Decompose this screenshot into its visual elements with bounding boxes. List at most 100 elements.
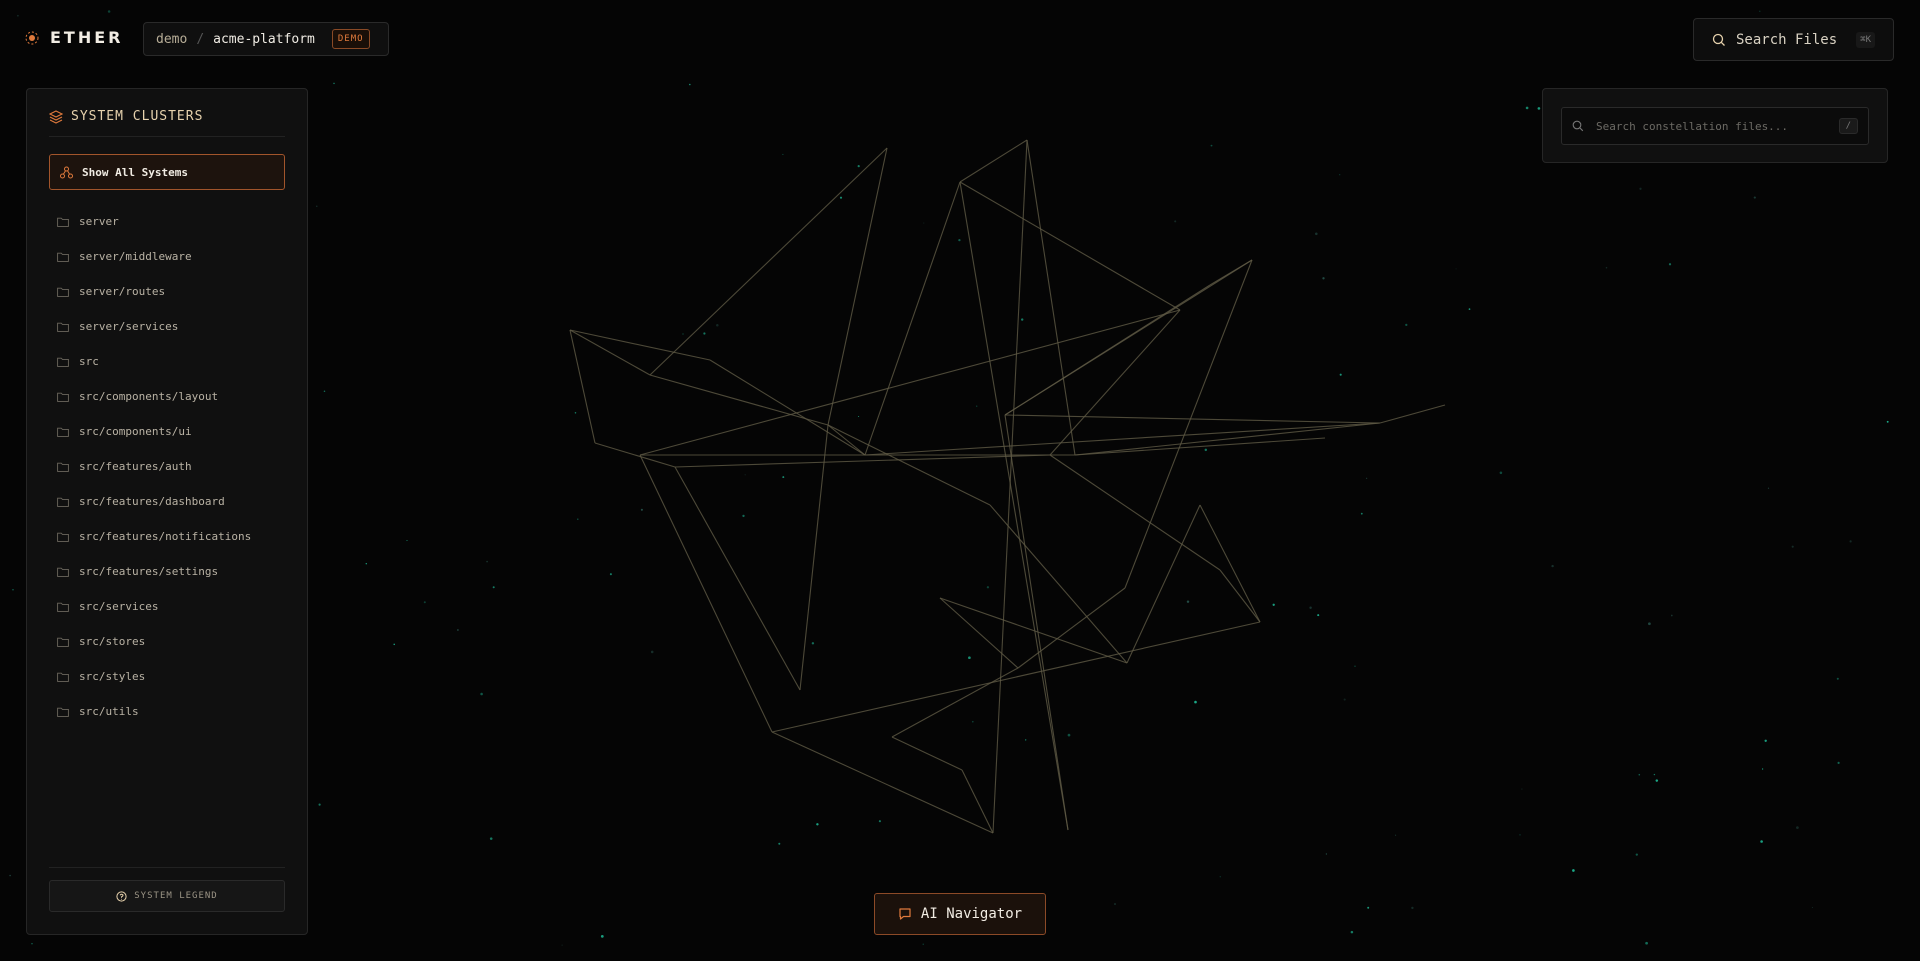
breadcrumb-owner[interactable]: demo <box>156 32 187 47</box>
demo-badge: DEMO <box>331 29 370 49</box>
brand[interactable]: ETHER <box>24 28 123 47</box>
folder-icon <box>57 427 69 437</box>
graph-edge <box>891 736 963 771</box>
graph-edge <box>569 329 711 361</box>
graph-edge <box>1004 414 1069 831</box>
graph-edge <box>1074 437 1326 456</box>
folder-icon <box>57 672 69 682</box>
folder-icon <box>57 532 69 542</box>
cluster-item[interactable]: server/middleware <box>49 239 285 274</box>
cluster-item[interactable]: server/routes <box>49 274 285 309</box>
graph-edge <box>939 597 1019 669</box>
graph-edge <box>864 181 961 456</box>
graph-edge <box>639 454 773 733</box>
system-legend-label: SYSTEM LEGEND <box>134 891 218 901</box>
graph-edge <box>1049 454 1221 571</box>
ai-navigator-button[interactable]: AI Navigator <box>874 893 1046 935</box>
cluster-item[interactable]: src/features/dashboard <box>49 484 285 519</box>
cluster-item[interactable]: src/services <box>49 589 285 624</box>
folder-icon <box>57 287 69 297</box>
folder-icon <box>57 497 69 507</box>
show-all-systems-button[interactable]: Show All Systems <box>49 154 285 190</box>
graph-edge <box>827 424 991 506</box>
graph-edge <box>639 309 1181 456</box>
cluster-item-label: src/stores <box>79 635 146 648</box>
graph-edge <box>649 374 829 426</box>
cluster-item[interactable]: src/utils <box>49 694 285 729</box>
cluster-item[interactable]: src <box>49 344 285 379</box>
graph-edge <box>1049 309 1181 456</box>
constellation-search-shortcut: / <box>1838 118 1858 134</box>
search-files-button[interactable]: Search Files ⌘K <box>1693 18 1894 61</box>
chat-icon <box>899 908 911 920</box>
cluster-item-label: src/services <box>79 600 159 613</box>
constellation-search-input[interactable] <box>1594 118 1829 134</box>
breadcrumb: demo / acme-platform DEMO <box>143 22 389 56</box>
graph-edge <box>1126 504 1201 664</box>
brand-name: ETHER <box>50 28 124 47</box>
graph-edge <box>1004 284 1211 416</box>
cluster-item-label: src/styles <box>79 670 146 683</box>
graph-edge <box>674 454 1051 468</box>
cluster-item-label: src/components/layout <box>79 390 219 403</box>
sidebar: SYSTEM CLUSTERS Show All Systems server s… <box>26 88 308 935</box>
graph-edge <box>959 181 1069 831</box>
cluster-item-label: src <box>79 355 99 368</box>
breadcrumb-separator: / <box>196 31 205 47</box>
folder-icon <box>57 322 69 332</box>
cluster-item-label: src/features/settings <box>79 565 219 578</box>
help-circle-icon <box>116 890 127 902</box>
network-icon <box>60 166 73 178</box>
graph-edge <box>1124 259 1253 589</box>
folder-icon <box>57 252 69 262</box>
cluster-item-label: server/routes <box>79 285 166 298</box>
graph-edge <box>649 147 888 376</box>
show-all-label: Show All Systems <box>82 165 188 179</box>
search-shortcut: ⌘K <box>1856 31 1875 48</box>
graph-edge <box>1004 414 1381 424</box>
cluster-item[interactable]: src/features/notifications <box>49 519 285 554</box>
cluster-item[interactable]: server <box>49 204 285 239</box>
folder-icon <box>57 637 69 647</box>
cluster-item[interactable]: src/features/settings <box>49 554 285 589</box>
search-files-label: Search Files <box>1736 31 1838 48</box>
cluster-item-label: server <box>79 215 119 228</box>
constellation-search-panel: / <box>1542 88 1888 163</box>
sidebar-title-text: SYSTEM CLUSTERS <box>71 109 204 124</box>
cluster-item[interactable]: src/components/ui <box>49 414 285 449</box>
constellation-search-box[interactable]: / <box>1561 107 1869 145</box>
graph-edge <box>961 769 994 834</box>
cluster-item-label: src/features/dashboard <box>79 495 225 508</box>
folder-icon <box>57 602 69 612</box>
search-icon <box>1712 33 1725 46</box>
graph-edge <box>569 329 651 376</box>
sidebar-title: SYSTEM CLUSTERS <box>49 109 285 137</box>
folder-icon <box>57 357 69 367</box>
graph-edge <box>1219 569 1261 623</box>
ai-navigator-label: AI Navigator <box>920 906 1023 922</box>
cluster-item[interactable]: src/components/layout <box>49 379 285 414</box>
graph-edge <box>799 424 829 691</box>
graph-edge <box>992 139 1028 834</box>
cluster-item[interactable]: src/stores <box>49 624 285 659</box>
graph-edge <box>1379 404 1446 424</box>
cluster-item-label: server/services <box>79 320 179 333</box>
cluster-item[interactable]: src/features/auth <box>49 449 285 484</box>
cluster-item-label: src/features/auth <box>79 460 192 473</box>
cluster-item[interactable]: server/services <box>49 309 285 344</box>
graph-edge <box>1026 139 1076 456</box>
graph-edge <box>569 329 596 444</box>
cluster-list: server server/middleware server/routes serv… <box>49 204 285 729</box>
folder-icon <box>57 462 69 472</box>
search-icon <box>1572 120 1584 132</box>
graph-edge <box>959 181 1181 311</box>
cluster-item[interactable]: src/styles <box>49 659 285 694</box>
cluster-item-label: src/components/ui <box>79 425 192 438</box>
folder-icon <box>57 217 69 227</box>
breadcrumb-repo[interactable]: acme-platform <box>213 32 315 47</box>
system-legend-button[interactable]: SYSTEM LEGEND <box>49 880 285 912</box>
cluster-item-label: src/utils <box>79 705 139 718</box>
graph-edge <box>959 139 1028 183</box>
app-root: ETHER demo / acme-platform DEMO Search F… <box>0 0 1920 961</box>
cluster-item-label: src/features/notifications <box>79 530 252 543</box>
